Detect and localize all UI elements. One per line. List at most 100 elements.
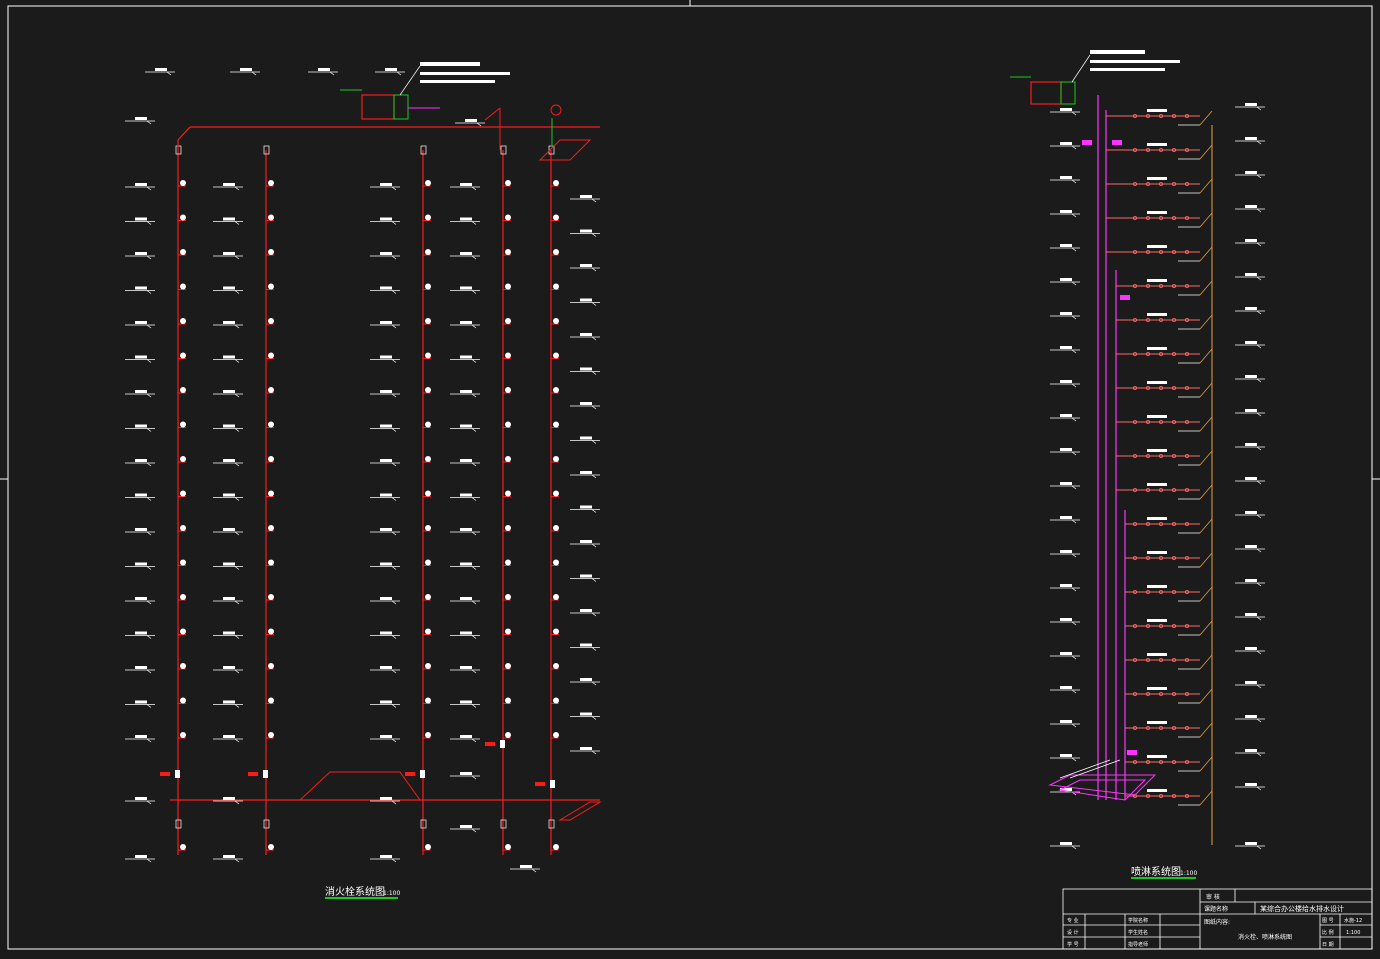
elevation-tick — [391, 290, 397, 294]
hydrant-symbol-icon — [505, 490, 511, 497]
elevation-text-block — [460, 772, 472, 775]
elevation-text-block — [580, 229, 592, 233]
elevation-text-block — [460, 390, 472, 393]
elevation-text-block — [223, 797, 235, 800]
elevation-text-block — [1147, 789, 1167, 792]
elevation-tick — [391, 255, 397, 260]
elevation-tick — [146, 221, 152, 225]
elevation-text-block — [223, 631, 235, 635]
elevation-text-block — [1060, 142, 1072, 145]
elevation-text-block — [135, 700, 147, 704]
hydrant-symbol-icon — [553, 180, 559, 186]
elevation-tick — [1071, 383, 1077, 388]
elevation-tick — [146, 324, 152, 329]
hydrant-symbol-icon — [425, 352, 431, 359]
ring-main-top — [177, 126, 191, 141]
elevation-tick — [1256, 344, 1262, 349]
elevation-tick — [146, 428, 152, 432]
elevation-tick — [391, 221, 397, 225]
drain-connection — [1199, 110, 1213, 126]
elevation-tick — [234, 531, 240, 536]
elevation-tick — [471, 566, 477, 570]
elevation-tick — [1071, 723, 1077, 728]
right-drawing-title: 喷淋系统图 — [1131, 865, 1181, 878]
drain-connection — [1199, 620, 1213, 636]
elevation-text-block — [135, 424, 147, 428]
elevation-text-block — [1147, 143, 1167, 146]
hydrant-symbol-icon — [553, 559, 559, 566]
left-drawing-scale: 1:100 — [383, 890, 400, 897]
drain-connection — [1199, 144, 1213, 160]
hydrant-symbol-icon — [180, 594, 186, 600]
left-drawing-title: 消火栓系统图 — [325, 885, 385, 898]
elevation-text-block — [1245, 137, 1257, 140]
elevation-tick — [146, 669, 152, 674]
elevation-text-block — [380, 252, 392, 255]
elevation-text-block — [223, 355, 235, 359]
hydrant-symbol-icon — [268, 283, 274, 290]
elevation-tick — [1071, 417, 1077, 422]
elevation-tick — [1256, 208, 1262, 213]
elevation-text-block — [318, 68, 330, 71]
elevation-text-block — [135, 735, 147, 738]
elevation-tick — [391, 428, 397, 432]
tb-drawing-number: 水施-12 — [1344, 917, 1362, 924]
hydrant-symbol-icon — [180, 387, 186, 393]
hydrant-symbol-icon — [268, 594, 274, 600]
elevation-tick — [1071, 519, 1077, 524]
elevation-tick — [1256, 412, 1262, 417]
elevation-tick — [1256, 786, 1262, 791]
hydrant-symbol-icon — [505, 559, 511, 566]
elevation-text-block — [1245, 307, 1257, 310]
elevation-text-block — [460, 666, 472, 669]
elevation-text-block — [1060, 346, 1072, 349]
annotation-block — [420, 62, 480, 66]
hydrant-symbol-icon — [553, 525, 559, 531]
tank-icon — [1030, 81, 1062, 105]
elevation-tick — [146, 600, 152, 605]
hydrant-symbol-icon — [180, 283, 186, 290]
hydrant-symbol-icon — [180, 732, 186, 738]
elevation-tick — [146, 120, 152, 125]
hydrant-symbol-icon — [505, 214, 511, 221]
elevation-text-block — [380, 493, 392, 497]
elevation-tick — [1256, 752, 1262, 757]
elevation-tick — [476, 122, 482, 127]
elevation-text-block — [460, 562, 472, 566]
tb-project-label: 课题名称 — [1204, 905, 1228, 913]
elevation-tick — [591, 509, 597, 513]
valve-icon — [175, 770, 180, 778]
hydrant-symbol-icon — [505, 318, 511, 324]
hydrant-symbol-icon — [268, 732, 274, 738]
elevation-text-block — [1060, 686, 1072, 689]
elevation-text-block — [1060, 108, 1072, 111]
tb-content-label: 图纸内容: — [1204, 918, 1230, 926]
elevation-tick — [1071, 845, 1077, 850]
elevation-text-block — [580, 195, 592, 198]
elevation-text-block — [1245, 613, 1257, 616]
hydrant-symbol-icon — [505, 283, 511, 290]
elevation-text-block — [135, 390, 147, 393]
elevation-text-block — [135, 252, 147, 255]
elevation-tick — [234, 462, 240, 467]
hydrant-symbol-icon — [425, 594, 431, 600]
elevation-text-block — [223, 597, 235, 600]
elevation-text-block — [1245, 375, 1257, 378]
hydrant-symbol-icon — [425, 628, 431, 635]
elevation-text-block — [580, 712, 592, 716]
hydrant-symbol-icon — [268, 456, 274, 462]
tb-field-1: 专 业 — [1067, 917, 1079, 924]
elevation-text-block — [1060, 618, 1072, 621]
cad-drawing-sheet: 消火栓系统图 1:100 喷淋系统图 1:100 审 核 课题名称 某综合办公楼… — [0, 0, 1380, 950]
elevation-tick — [234, 635, 240, 639]
tank-icon — [361, 94, 395, 120]
elevation-tick — [1071, 587, 1077, 592]
elevation-text-block — [1060, 550, 1072, 553]
annotation-block — [1090, 68, 1165, 71]
elevation-tick — [591, 716, 597, 720]
elevation-tick — [471, 290, 477, 294]
elevation-tick — [146, 800, 152, 805]
elevation-tick — [591, 440, 597, 444]
elevation-tick — [1071, 213, 1077, 218]
drain-connection — [1199, 178, 1213, 194]
